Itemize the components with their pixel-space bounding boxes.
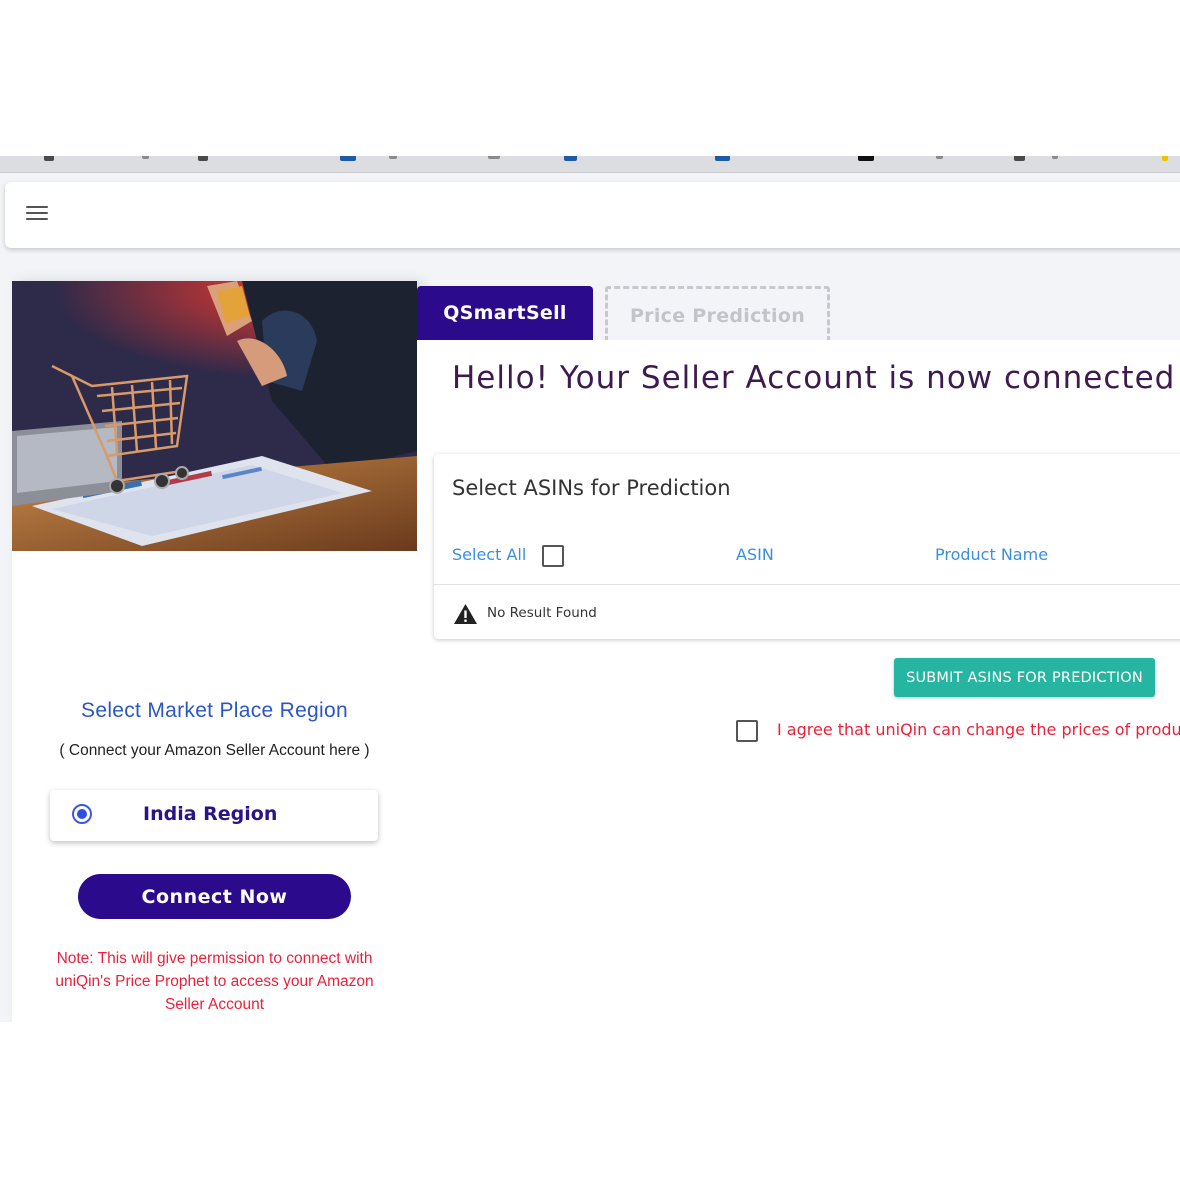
asin-selection-card: Select ASINs for Prediction Select All A… [434, 454, 1180, 639]
empty-state-message: No Result Found [487, 605, 597, 621]
agree-label: I agree that uniQin can change the price… [777, 720, 1180, 739]
bookmark-favicon[interactable] [936, 156, 943, 159]
bookmark-favicon[interactable] [488, 156, 500, 159]
bookmark-favicon[interactable] [564, 156, 577, 161]
warning-icon [454, 604, 477, 624]
column-header-product-name[interactable]: Product Name [935, 545, 1048, 564]
permission-note: Note: This will give permission to conne… [55, 950, 374, 1013]
tab-qsmartsell[interactable]: QSmartSell [417, 286, 593, 340]
select-all-label[interactable]: Select All [452, 545, 526, 564]
agree-checkbox[interactable] [736, 720, 758, 742]
bookmark-favicon[interactable] [858, 156, 874, 161]
marketplace-card: Select Market Place Region ( Connect you… [12, 281, 417, 1022]
submit-asins-button[interactable]: SUBMIT ASINS FOR PREDICTION [894, 658, 1155, 697]
top-app-bar [5, 182, 1180, 248]
bookmark-favicon[interactable] [1052, 156, 1058, 159]
india-region-option[interactable]: India Region [50, 790, 378, 841]
bookmark-favicon[interactable] [715, 156, 730, 161]
region-subtitle: ( Connect your Amazon Seller Account her… [59, 742, 370, 759]
select-all-checkbox[interactable] [542, 545, 564, 567]
region-option-label: India Region [143, 803, 278, 825]
shopping-cart-hero-image [12, 281, 417, 551]
main-panel: Hello! Your Seller Account is now connec… [417, 340, 1180, 1022]
table-divider [434, 584, 1180, 585]
connect-now-button[interactable]: Connect Now [78, 874, 351, 919]
bookmark-favicon[interactable] [389, 156, 397, 159]
hamburger-menu-icon[interactable] [26, 206, 48, 224]
bookmark-favicon[interactable] [340, 156, 356, 161]
tab-price-prediction[interactable]: Price Prediction [605, 286, 830, 342]
connected-greeting: Hello! Your Seller Account is now connec… [452, 360, 1176, 396]
app-screen: Select Market Place Region ( Connect you… [0, 156, 1180, 1022]
bookmark-favicon[interactable] [142, 156, 149, 159]
bookmark-favicon[interactable] [44, 156, 54, 161]
bookmarks-bar [0, 156, 1180, 173]
region-title: Select Market Place Region [81, 699, 348, 722]
bookmark-favicon[interactable] [198, 156, 208, 161]
bookmark-favicon[interactable] [1014, 156, 1025, 161]
region-radio[interactable] [72, 804, 92, 824]
bookmark-favicon[interactable] [1162, 156, 1168, 161]
radio-selected-dot [77, 809, 87, 819]
column-header-asin[interactable]: ASIN [736, 545, 774, 564]
asin-card-title: Select ASINs for Prediction [452, 476, 731, 500]
